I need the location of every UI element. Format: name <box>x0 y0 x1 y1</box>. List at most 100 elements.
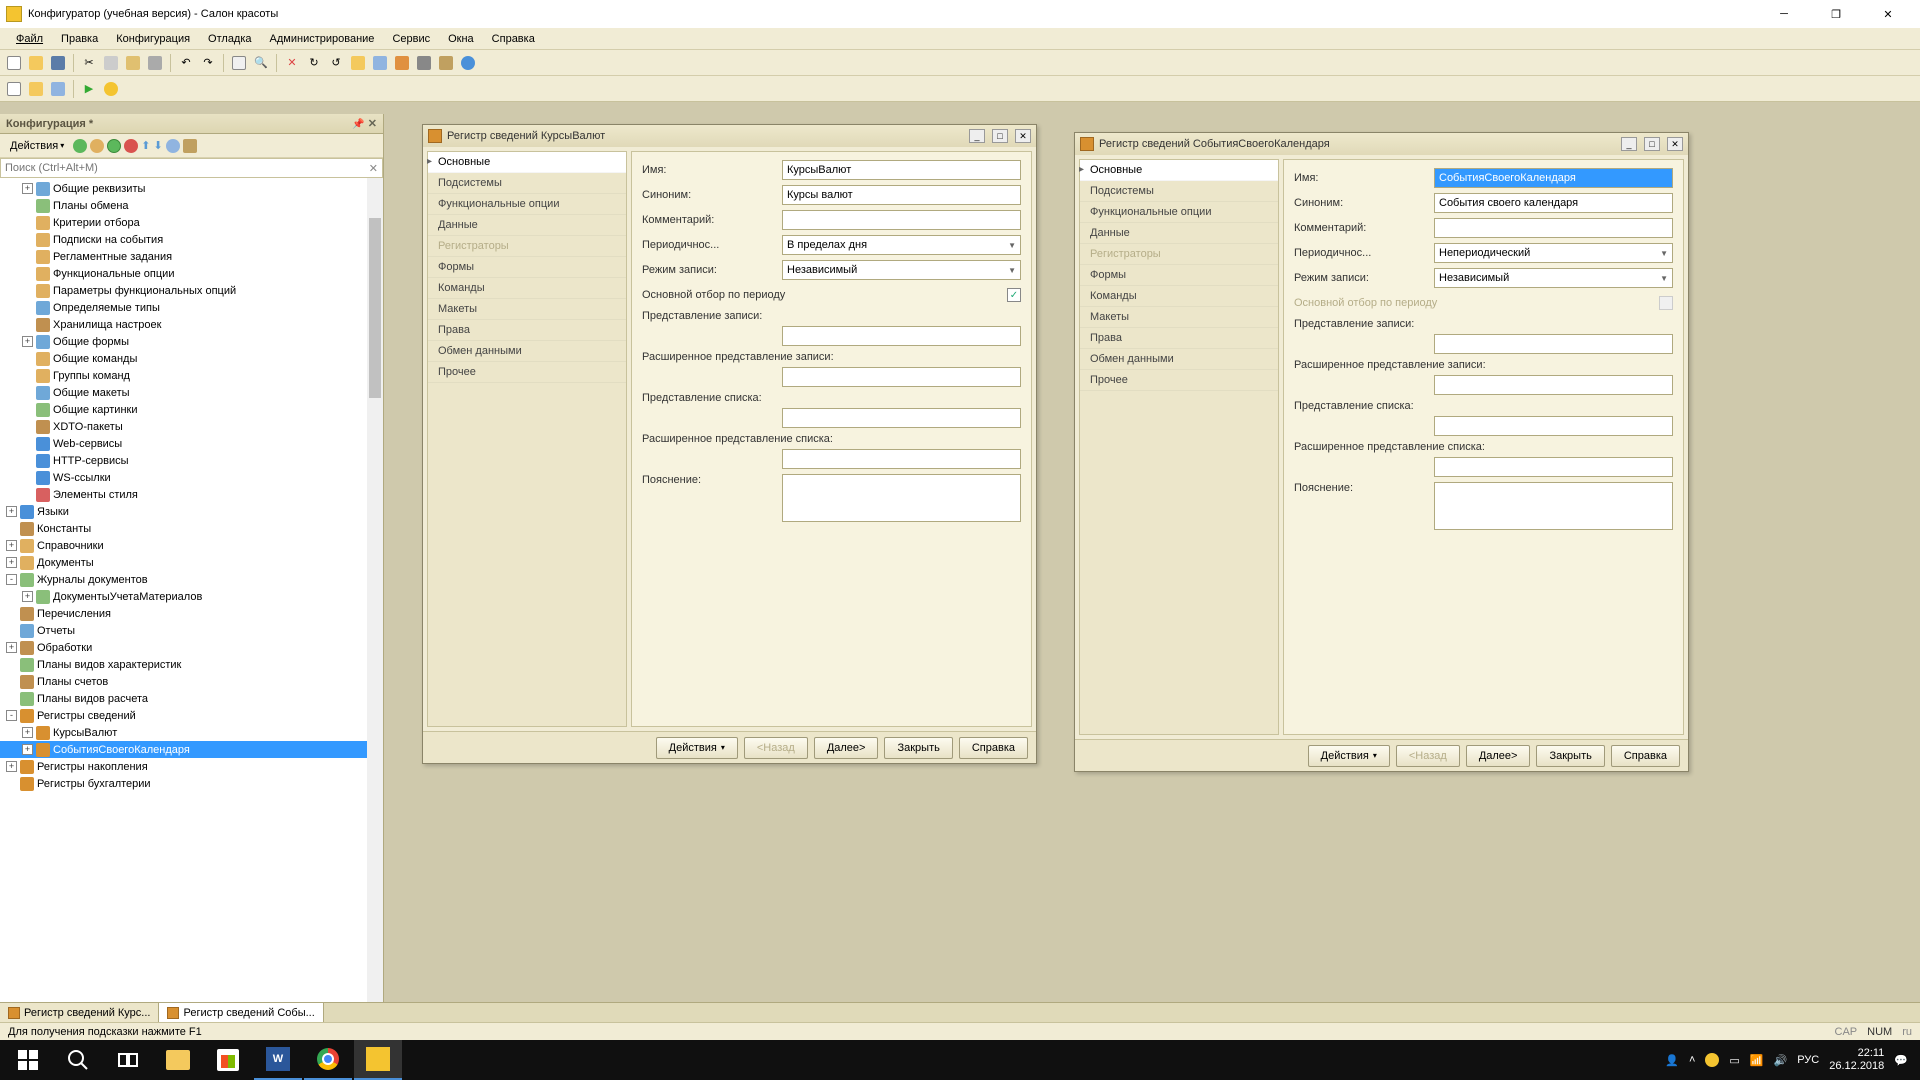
nav-main[interactable]: Основные <box>1080 160 1278 181</box>
refresh-tree-icon[interactable] <box>107 139 121 153</box>
help-icon[interactable] <box>458 53 478 73</box>
extlistrepr-input[interactable] <box>782 449 1021 469</box>
tree-item[interactable]: +СобытияСвоегоКалендаря <box>0 741 383 758</box>
nav-other[interactable]: Прочее <box>1080 370 1278 391</box>
stop-icon[interactable]: ✕ <box>282 53 302 73</box>
nav-subsystems[interactable]: Подсистемы <box>428 173 626 194</box>
tree-item[interactable]: -Регистры сведений <box>0 707 383 724</box>
extlistrepr-input[interactable] <box>1434 457 1673 477</box>
tree-item[interactable]: Перечисления <box>0 605 383 622</box>
listrepr-input[interactable] <box>782 408 1021 428</box>
calc-icon[interactable] <box>436 53 456 73</box>
synonym-input[interactable] <box>782 185 1021 205</box>
tree-item[interactable]: +Регистры накопления <box>0 758 383 775</box>
tree-item[interactable]: HTTP-сервисы <box>0 452 383 469</box>
name-input[interactable] <box>782 160 1021 180</box>
expand-icon[interactable]: + <box>22 727 33 738</box>
menu-windows[interactable]: Окна <box>440 31 482 47</box>
listrepr-input[interactable] <box>1434 416 1673 436</box>
iwin2-maximize[interactable]: □ <box>1644 137 1660 151</box>
tree-item[interactable]: Web-сервисы <box>0 435 383 452</box>
menu-debug[interactable]: Отладка <box>200 31 259 47</box>
expand-icon[interactable]: + <box>22 183 33 194</box>
doc-icon[interactable] <box>4 79 24 99</box>
keyboard-lang[interactable]: РУС <box>1797 1054 1819 1066</box>
maximize-button[interactable]: ❐ <box>1818 4 1854 24</box>
redo-icon[interactable]: ↷ <box>198 53 218 73</box>
collapse-icon[interactable]: - <box>6 574 17 585</box>
iwin1-close[interactable]: ✕ <box>1015 129 1031 143</box>
tree-item[interactable]: +Общие реквизиты <box>0 180 383 197</box>
recordrepr-input[interactable] <box>782 326 1021 346</box>
start-button[interactable] <box>4 1040 52 1080</box>
nav-forms[interactable]: Формы <box>428 257 626 278</box>
paste-icon[interactable] <box>123 53 143 73</box>
writemode-dropdown[interactable]: Независимый▼ <box>782 260 1021 280</box>
battery-icon[interactable]: ▭ <box>1729 1054 1739 1067</box>
mainfilter-checkbox[interactable]: ✓ <box>1007 288 1021 302</box>
1c-icon[interactable] <box>354 1040 402 1080</box>
tree-item[interactable]: Элементы стиля <box>0 486 383 503</box>
expand-icon[interactable]: + <box>6 642 17 653</box>
tree-item[interactable]: +Справочники <box>0 537 383 554</box>
tree-item[interactable]: Планы обмена <box>0 197 383 214</box>
new-icon[interactable] <box>4 53 24 73</box>
explorer-icon[interactable] <box>154 1040 202 1080</box>
nav-other[interactable]: Прочее <box>428 362 626 383</box>
tray-app-icon[interactable] <box>1705 1053 1719 1067</box>
expand-icon[interactable]: + <box>6 557 17 568</box>
delete-icon[interactable] <box>124 139 138 153</box>
tree-item[interactable]: +КурсыВалют <box>0 724 383 741</box>
search-icon[interactable]: 🔍 <box>251 53 271 73</box>
explanation-input[interactable] <box>1434 482 1673 530</box>
expand-icon[interactable]: + <box>6 506 17 517</box>
tray-expand-icon[interactable]: ˄ <box>1689 1054 1695 1066</box>
actions-dropdown[interactable]: Действия ▾ <box>4 139 70 153</box>
back-button[interactable]: <Назад <box>1396 745 1460 767</box>
tree-item[interactable]: +Документы <box>0 554 383 571</box>
writemode-dropdown[interactable]: Независимый▼ <box>1434 268 1673 288</box>
nav-templates[interactable]: Макеты <box>428 299 626 320</box>
search-taskbar-icon[interactable] <box>54 1040 102 1080</box>
nav-rights[interactable]: Права <box>1080 328 1278 349</box>
iwin2-close[interactable]: ✕ <box>1667 137 1683 151</box>
tree-item[interactable]: Планы видов характеристик <box>0 656 383 673</box>
expand-icon[interactable]: + <box>22 744 33 755</box>
tree-item[interactable]: XDTO-пакеты <box>0 418 383 435</box>
expand-icon[interactable]: + <box>6 761 17 772</box>
filter-icon[interactable] <box>183 139 197 153</box>
tree-item[interactable]: Общие команды <box>0 350 383 367</box>
nav-registrators[interactable]: Регистраторы <box>428 236 626 257</box>
pin-icon[interactable]: 📌 <box>352 119 364 130</box>
refresh-icon[interactable]: ↻ <box>304 53 324 73</box>
expand-icon[interactable]: + <box>6 540 17 551</box>
tree-item[interactable]: Регламентные задания <box>0 248 383 265</box>
nav-main[interactable]: Основные <box>428 152 626 173</box>
actions-button[interactable]: Действия▾ <box>656 737 738 759</box>
save-icon[interactable] <box>48 53 68 73</box>
iwin1-titlebar[interactable]: Регистр сведений КурсыВалют _ □ ✕ <box>423 125 1036 147</box>
taskbar-clock[interactable]: 22:11 26.12.2018 <box>1829 1047 1884 1073</box>
menu-service[interactable]: Сервис <box>384 31 438 47</box>
name-input[interactable] <box>1434 168 1673 188</box>
store-icon[interactable] <box>204 1040 252 1080</box>
footer-tab-1[interactable]: Регистр сведений Курс... <box>0 1003 159 1022</box>
add-icon[interactable] <box>73 139 87 153</box>
extrecordrepr-input[interactable] <box>782 367 1021 387</box>
list-icon[interactable] <box>48 79 68 99</box>
menu-admin[interactable]: Администрирование <box>262 31 383 47</box>
synonym-input[interactable] <box>1434 193 1673 213</box>
wifi-icon[interactable]: 📶 <box>1750 1054 1764 1067</box>
menu-help[interactable]: Справка <box>484 31 543 47</box>
volume-icon[interactable]: 🔊 <box>1774 1054 1788 1067</box>
sort-icon[interactable] <box>166 139 180 153</box>
close-dialog-button[interactable]: Закрыть <box>884 737 952 759</box>
tree-item[interactable]: Общие макеты <box>0 384 383 401</box>
tree-item[interactable]: +Общие формы <box>0 333 383 350</box>
tree-item[interactable]: Константы <box>0 520 383 537</box>
undo-icon[interactable]: ↶ <box>176 53 196 73</box>
tree-item[interactable]: Определяемые типы <box>0 299 383 316</box>
close-button[interactable]: ✕ <box>1870 4 1906 24</box>
back-button[interactable]: <Назад <box>744 737 808 759</box>
open-icon[interactable] <box>26 53 46 73</box>
